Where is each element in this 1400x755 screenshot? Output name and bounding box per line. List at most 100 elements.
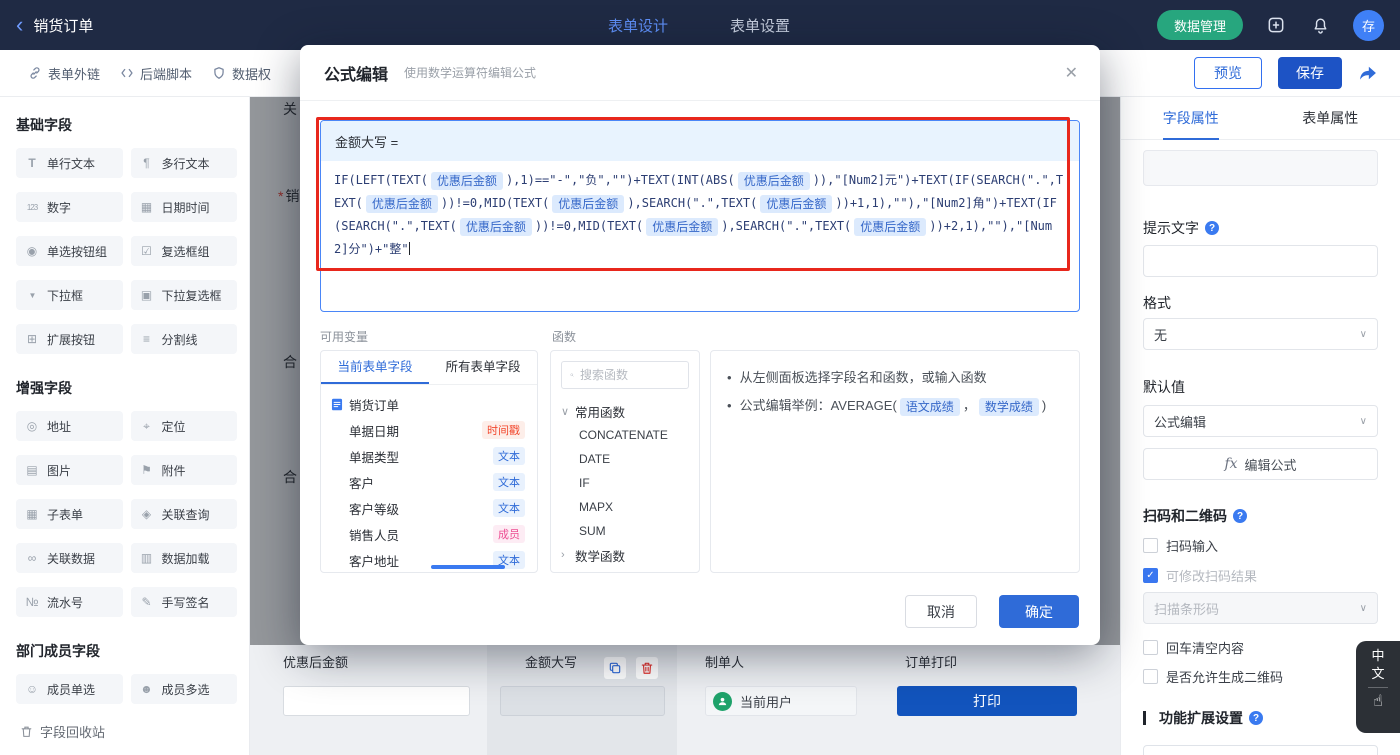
share-icon[interactable] <box>1358 63 1378 83</box>
maker-current-user-pill[interactable]: 当前用户 <box>705 686 857 716</box>
checkbox-checked[interactable]: ✓ <box>1143 568 1158 583</box>
variable-row[interactable]: 客户 文本 <box>321 469 537 495</box>
checkbox-unchecked[interactable] <box>1143 538 1158 553</box>
scan-input-checkbox-row[interactable]: 扫码输入 <box>1143 536 1378 555</box>
scrollbar-thumb[interactable] <box>431 565 505 569</box>
field-pill[interactable]: 优惠后金额 <box>854 218 927 236</box>
variable-row[interactable]: 单据类型 文本 <box>321 443 537 469</box>
close-icon[interactable]: ✕ <box>1065 63 1078 83</box>
formula-editor[interactable]: 金额大写 = IF(LEFT(TEXT(优惠后金额),1)=="-","负","… <box>320 120 1080 312</box>
field-pill[interactable]: 数学成绩 <box>978 398 1039 416</box>
toolbar-item-external-link[interactable]: 表单外链 <box>28 50 100 96</box>
sidebar-field-date-time[interactable]: ▦ 日期时间 <box>130 192 237 222</box>
type-tag-member: 成员 <box>493 525 525 543</box>
discounted-amount-input[interactable] <box>283 686 470 716</box>
sidebar-field-subform[interactable]: ▦ 子表单 <box>16 499 123 529</box>
flow-icon[interactable] <box>1265 14 1287 36</box>
function-item[interactable]: MAPX <box>551 495 699 519</box>
preview-button[interactable]: 预览 <box>1194 57 1262 89</box>
back-icon[interactable]: ‹ <box>16 14 23 36</box>
function-search-input[interactable] <box>580 368 680 382</box>
sidebar-field-checkbox-group[interactable]: ☑ 复选框组 <box>130 236 237 266</box>
sidebar-field-serial-number[interactable]: № 流水号 <box>16 587 123 617</box>
help-icon[interactable]: ? <box>1249 711 1263 725</box>
edit-formula-button[interactable]: fx 编辑公式 <box>1143 448 1378 480</box>
field-pill[interactable]: 优惠后金额 <box>430 172 503 190</box>
sidebar-field-linked-data[interactable]: ∞ 关联数据 <box>16 543 123 573</box>
cancel-button[interactable]: 取消 <box>905 595 977 628</box>
function-search[interactable] <box>561 361 689 389</box>
tab-field-properties[interactable]: 字段属性 <box>1121 97 1261 140</box>
sidebar-field-linked-query[interactable]: ◈ 关联查询 <box>130 499 237 529</box>
function-item[interactable]: CONCATENATE <box>551 423 699 447</box>
default-value-select[interactable]: 公式编辑 ∨ <box>1143 405 1378 437</box>
confirm-button[interactable]: 确定 <box>999 595 1079 628</box>
sidebar-field-data-load[interactable]: ▥ 数据加载 <box>130 543 237 573</box>
variable-row[interactable]: 销售人员 成员 <box>321 521 537 547</box>
sidebar-field-extend-button[interactable]: ⊞ 扩展按钮 <box>16 324 123 354</box>
notification-bell-icon[interactable] <box>1309 14 1331 36</box>
variable-row[interactable]: 单据日期 时间戳 <box>321 417 537 443</box>
copy-field-button[interactable] <box>604 657 626 679</box>
help-icon[interactable]: ? <box>1205 221 1219 235</box>
field-pill[interactable]: 优惠后金额 <box>365 195 438 213</box>
tab-form-settings[interactable]: 表单设置 <box>730 15 790 36</box>
sidebar-field-attachment[interactable]: ⚑ 附件 <box>130 455 237 485</box>
field-pill[interactable]: 优惠后金额 <box>737 172 810 190</box>
sidebar-field-signature[interactable]: ✎ 手写签名 <box>130 587 237 617</box>
field-pill[interactable]: 优惠后金额 <box>552 195 625 213</box>
variable-row[interactable]: 客户等级 文本 <box>321 495 537 521</box>
sidebar-field-address[interactable]: ◎ 地址 <box>16 411 123 441</box>
enter-clear-checkbox-row[interactable]: 回车清空内容 <box>1143 638 1378 657</box>
function-group-common[interactable]: ∨ 常用函数 <box>551 399 699 423</box>
scan-editable-checkbox-row[interactable]: ✓ 可修改扫码结果 <box>1143 566 1378 585</box>
field-title-input[interactable] <box>1143 150 1378 186</box>
tab-all-form-fields[interactable]: 所有表单字段 <box>429 351 537 384</box>
sidebar-field-single-line-text[interactable]: T 单行文本 <box>16 148 123 178</box>
function-item[interactable]: DATE <box>551 447 699 471</box>
sidebar-field-member-single[interactable]: ☺ 成员单选 <box>16 674 123 704</box>
scan-mode-select[interactable]: 扫描条形码 ∨ <box>1143 592 1378 624</box>
help-icon[interactable]: ? <box>1233 509 1247 523</box>
hint-text-input[interactable] <box>1143 245 1378 277</box>
data-manage-button[interactable]: 数据管理 <box>1156 10 1243 40</box>
function-item[interactable]: IF <box>551 471 699 495</box>
toolbar-item-data-permission[interactable]: 数据权 <box>212 50 271 96</box>
sidebar-field-radio-group[interactable]: ◉ 单选按钮组 <box>16 236 123 266</box>
tab-current-form-fields[interactable]: 当前表单字段 <box>321 351 429 384</box>
sidebar-field-number[interactable]: 123 数字 <box>16 192 123 222</box>
format-select[interactable]: 无 ∨ <box>1143 318 1378 350</box>
field-recycle-bin[interactable]: 字段回收站 <box>20 722 105 741</box>
field-pill[interactable]: 优惠后金额 <box>459 218 532 236</box>
print-button[interactable]: 打印 <box>897 686 1077 716</box>
checkbox-unchecked[interactable] <box>1143 640 1158 655</box>
avatar[interactable]: 存 <box>1353 9 1384 41</box>
sidebar-field-divider[interactable]: ≡ 分割线 <box>130 324 237 354</box>
sidebar-field-location[interactable]: ⌖ 定位 <box>130 411 237 441</box>
sidebar-field-dropdown[interactable]: ▼ 下拉框 <box>16 280 123 310</box>
field-pill[interactable]: 优惠后金额 <box>646 218 719 236</box>
tab-form-design[interactable]: 表单设计 <box>608 15 668 36</box>
function-group-math[interactable]: › 数学函数 <box>551 543 699 567</box>
toolbar-item-backend-script[interactable]: 后端脚本 <box>120 50 192 96</box>
formula-body[interactable]: IF(LEFT(TEXT(优惠后金额),1)=="-","负","")+TEXT… <box>321 161 1079 269</box>
add-action-button[interactable]: 添加操作 <box>1143 745 1378 755</box>
sidebar-field-dropdown-multi[interactable]: ▣ 下拉复选框 <box>130 280 237 310</box>
variable-row[interactable]: 客户地址 文本 <box>321 547 537 572</box>
sidebar-field-member-multi[interactable]: ☻ 成员多选 <box>130 674 237 704</box>
tab-form-properties[interactable]: 表单属性 <box>1261 97 1400 139</box>
function-item[interactable]: SUM <box>551 519 699 543</box>
delete-field-button[interactable] <box>636 657 658 679</box>
sidebar-field-image[interactable]: ▤ 图片 <box>16 455 123 485</box>
allow-qrcode-checkbox-row[interactable]: 是否允许生成二维码 <box>1143 667 1378 686</box>
sidebar-field-multi-line-text[interactable]: ¶ 多行文本 <box>130 148 237 178</box>
checkbox-unchecked[interactable] <box>1143 669 1158 684</box>
save-button[interactable]: 保存 <box>1278 57 1342 89</box>
translate-widget[interactable]: 中 文 ☝ <box>1356 641 1400 733</box>
field-pill[interactable]: 优惠后金额 <box>760 195 833 213</box>
variables-root-form[interactable]: 销货订单 <box>321 391 537 417</box>
function-group-text[interactable]: ›文本函数 <box>551 567 699 572</box>
amount-caps-input[interactable] <box>500 686 665 716</box>
field-pill[interactable]: 语文成绩 <box>899 398 960 416</box>
recycle-bin-icon <box>21 726 32 737</box>
